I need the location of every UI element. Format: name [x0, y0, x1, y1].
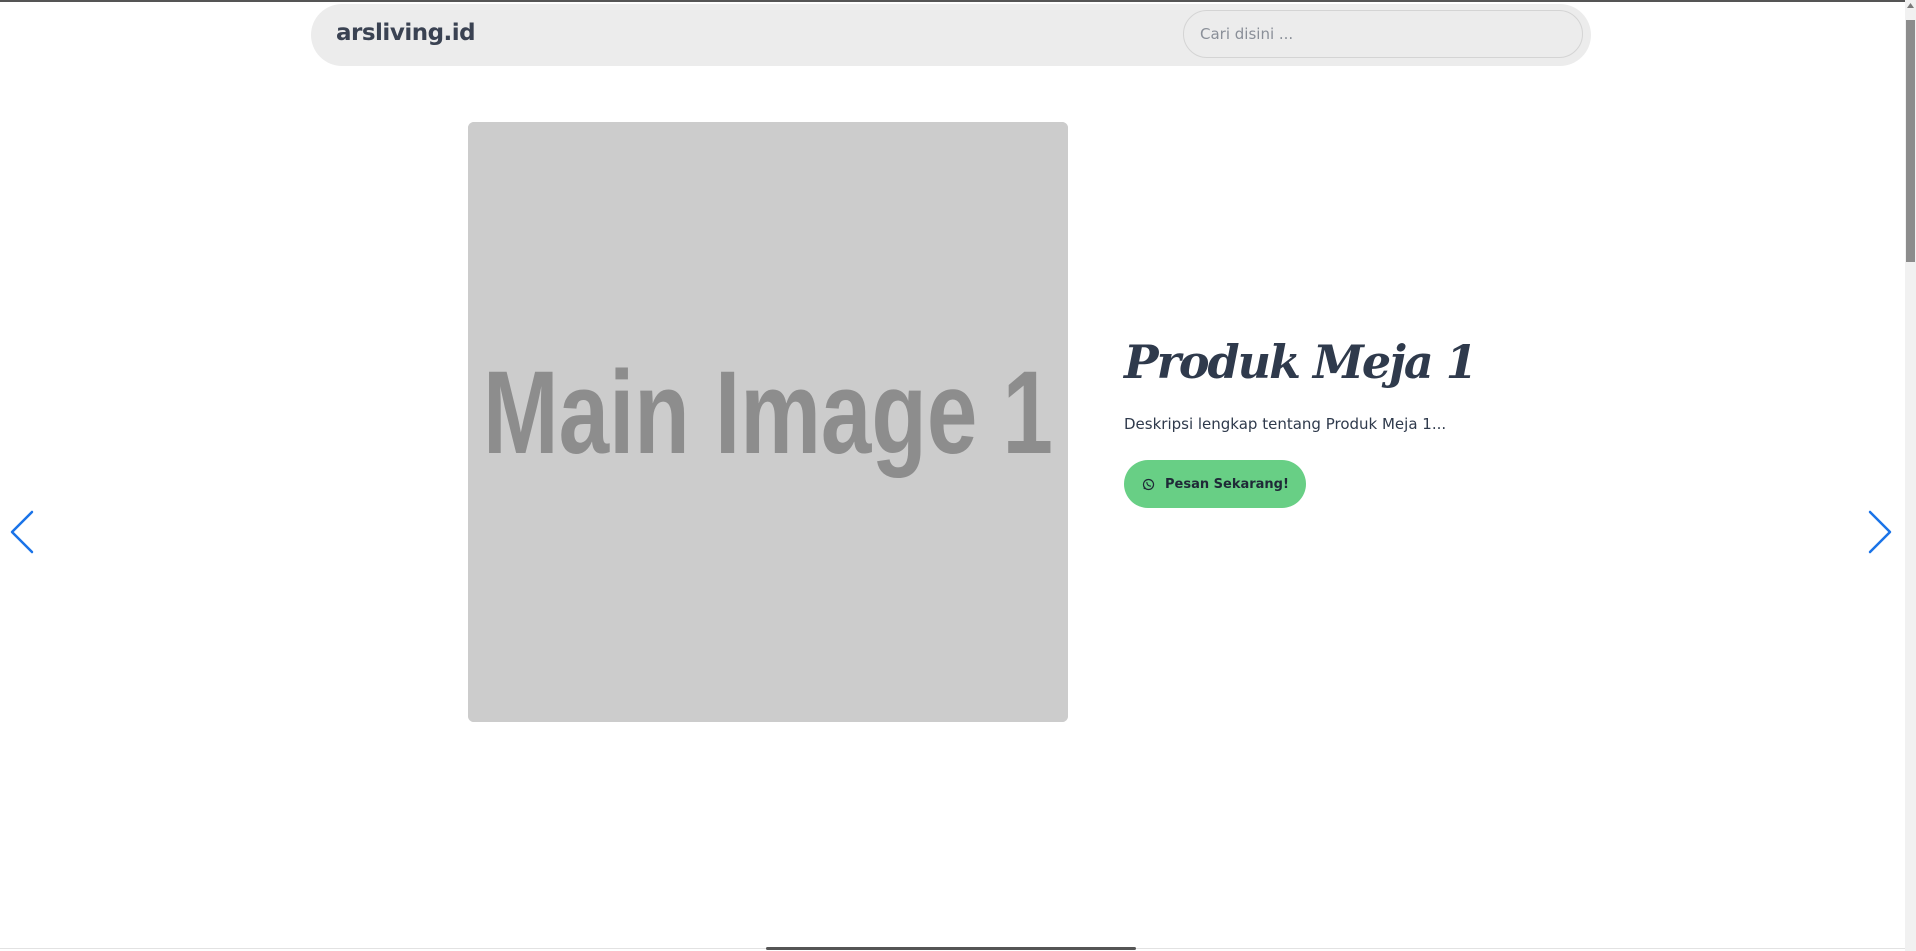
order-now-label: Pesan Sekarang!	[1165, 476, 1289, 492]
product-description: Deskripsi lengkap tentang Produk Meja 1.…	[1124, 415, 1447, 433]
product-image-placeholder: Main Image 1	[468, 122, 1068, 722]
vertical-scrollbar[interactable]	[1905, 0, 1916, 951]
product-image: Main Image 1	[468, 122, 1068, 722]
order-now-button[interactable]: Pesan Sekarang!	[1124, 460, 1306, 508]
brand-logo[interactable]: arsliving.id	[336, 20, 476, 46]
carousel-prev-button[interactable]	[8, 508, 36, 556]
search-input[interactable]	[1183, 10, 1583, 58]
product-info: Produk Meja 1 Deskripsi lengkap tentang …	[1124, 330, 1624, 508]
top-divider	[0, 0, 1905, 2]
chevron-left-icon	[10, 510, 34, 554]
scroll-up-arrow-icon[interactable]	[1905, 0, 1916, 11]
chevron-right-icon	[1868, 510, 1892, 554]
whatsapp-icon	[1142, 478, 1155, 490]
product-title: Produk Meja 1	[1124, 335, 1478, 389]
page: arsliving.id Main Image 1 Produk Meja 1 …	[0, 0, 1916, 951]
product-image-label: Main Image 1	[483, 347, 1053, 479]
carousel-next-button[interactable]	[1866, 508, 1894, 556]
scrollbar-thumb[interactable]	[1906, 20, 1915, 262]
horizontal-scroll-indicator	[766, 947, 1136, 950]
navbar: arsliving.id	[311, 4, 1591, 66]
